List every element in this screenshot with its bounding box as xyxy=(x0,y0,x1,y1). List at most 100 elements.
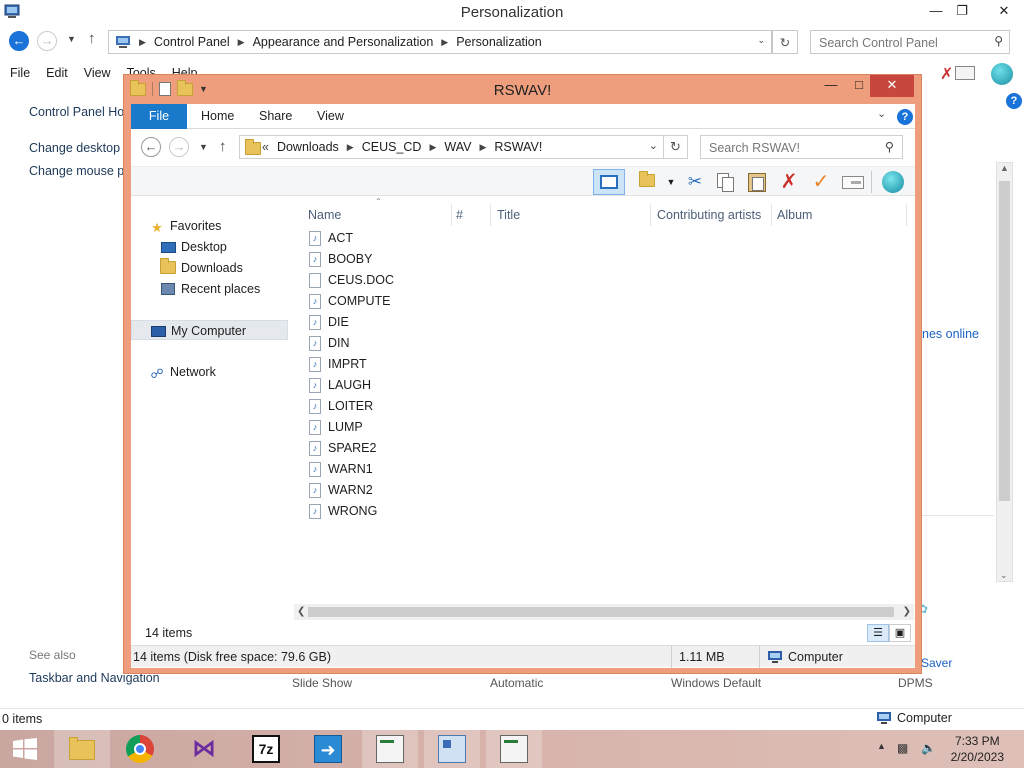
up-arrow-icon[interactable]: ↑ xyxy=(88,30,96,47)
ribbon-expand-chevron-icon[interactable]: ⌄ xyxy=(877,107,886,120)
column-name[interactable]: Name xyxy=(308,204,341,226)
bg-link-control-panel-home[interactable]: Control Panel Hom xyxy=(29,105,135,119)
column-album[interactable]: Album xyxy=(777,204,812,226)
large-icons-view-icon[interactable]: ▣ xyxy=(889,624,911,642)
bg-breadcrumb-item[interactable]: Control Panel xyxy=(154,35,230,49)
delete-icon[interactable]: ✗ xyxy=(777,171,801,193)
up-arrow-icon[interactable]: ↑ xyxy=(219,138,227,155)
bg-globe-icon[interactable] xyxy=(991,63,1013,85)
file-row[interactable]: ♪ COMPUTE xyxy=(309,291,509,312)
breadcrumb-ceus-cd[interactable]: CEUS_CD xyxy=(362,140,422,154)
bg-refresh-icon[interactable]: ↻ xyxy=(772,30,798,54)
file-row[interactable]: ♪ WARN1 xyxy=(309,459,509,480)
file-row[interactable]: ♪ SPARE2 xyxy=(309,438,509,459)
bg-properties-icon[interactable] xyxy=(955,66,975,80)
paste-icon[interactable] xyxy=(745,171,769,193)
scroll-up-icon[interactable]: ▲ xyxy=(1000,163,1009,173)
folder-options-icon[interactable] xyxy=(635,171,659,193)
nav-favorites[interactable]: ★ Favorites xyxy=(149,216,221,236)
refresh-icon[interactable]: ↻ xyxy=(664,135,688,159)
minimize-button[interactable]: — xyxy=(816,75,846,97)
details-view-icon[interactable]: ☰ xyxy=(867,624,889,642)
scroll-left-icon[interactable]: ❮ xyxy=(297,604,305,620)
help-icon[interactable]: ? xyxy=(897,109,913,125)
taskbar-file-explorer[interactable] xyxy=(54,730,110,768)
nav-network[interactable]: ☍ Network xyxy=(149,362,215,382)
menu-view[interactable]: View xyxy=(84,66,111,84)
bg-breadcrumb-item[interactable]: Personalization xyxy=(456,35,541,49)
toolbar-chevron-icon[interactable]: ▼ xyxy=(659,171,683,193)
file-row[interactable]: ♪ WRONG xyxy=(309,501,509,522)
bg-breadcrumb-item[interactable]: Appearance and Personalization xyxy=(253,35,434,49)
taskbar-control-panel[interactable] xyxy=(424,730,480,768)
file-row[interactable]: ♪ ACT xyxy=(309,228,509,249)
file-row[interactable]: ♪ WARN2 xyxy=(309,480,509,501)
tab-view[interactable]: View xyxy=(317,104,344,129)
bg-vertical-scrollbar[interactable]: ▲ ⌄ xyxy=(996,162,1013,582)
taskbar-notepad-app[interactable] xyxy=(486,730,542,768)
bg-desktop-background-value[interactable]: Slide Show xyxy=(292,676,352,690)
back-arrow-icon[interactable]: ← xyxy=(9,31,29,51)
breadcrumb-downloads[interactable]: Downloads xyxy=(277,140,339,154)
tab-share[interactable]: Share xyxy=(259,104,292,129)
close-button[interactable]: ✕ xyxy=(870,75,914,97)
file-row[interactable]: ♪ IMPRT xyxy=(309,354,509,375)
file-row[interactable]: ♪ BOOBY xyxy=(309,249,509,270)
forward-arrow-icon[interactable]: → xyxy=(37,31,57,51)
nav-recent-places[interactable]: Recent places xyxy=(160,279,260,299)
network-tray-icon[interactable]: ▩ xyxy=(897,741,908,755)
search-input[interactable]: Search RSWAV! ⚲ xyxy=(700,135,903,159)
scroll-down-icon[interactable]: ⌄ xyxy=(1000,570,1008,581)
horizontal-scroll-thumb[interactable] xyxy=(308,607,894,617)
file-row[interactable]: ♪ LUMP xyxy=(309,417,509,438)
cut-icon[interactable]: ✂ xyxy=(683,171,707,193)
breadcrumb-overflow[interactable]: « xyxy=(262,140,269,154)
taskbar-7zip[interactable]: 7z xyxy=(238,730,294,768)
file-row[interactable]: CEUS.DOC xyxy=(309,270,509,291)
taskbar-visual-studio[interactable]: ⋈ xyxy=(176,730,232,768)
taskbar-chrome[interactable] xyxy=(112,730,168,768)
column-title[interactable]: Title xyxy=(497,204,520,226)
checkmark-icon[interactable]: ✓ xyxy=(809,171,833,193)
bg-link-change-desktop[interactable]: Change desktop i xyxy=(29,141,126,155)
file-row[interactable]: ♪ LOITER xyxy=(309,396,509,417)
chevron-down-icon[interactable]: ⌄ xyxy=(757,35,765,46)
tab-home[interactable]: Home xyxy=(201,104,234,129)
bg-screensaver-value[interactable]: DPMS xyxy=(898,676,933,690)
back-arrow-icon[interactable]: ← xyxy=(141,137,161,157)
copy-icon[interactable] xyxy=(713,171,737,193)
bg-delete-icon[interactable]: ✗ xyxy=(940,64,953,84)
menu-file[interactable]: File xyxy=(10,66,30,84)
preview-pane-icon[interactable] xyxy=(593,169,625,195)
bg-sounds-value[interactable]: Windows Default xyxy=(671,676,761,690)
bg-close-button[interactable]: ✕ xyxy=(984,0,1024,24)
menu-edit[interactable]: Edit xyxy=(46,66,68,84)
start-button[interactable] xyxy=(0,730,56,768)
bg-maximize-button[interactable]: ❐ xyxy=(948,0,976,24)
nav-desktop[interactable]: Desktop xyxy=(160,237,227,257)
bg-address-bar[interactable]: ▶ Control Panel ▶ Appearance and Persona… xyxy=(108,30,772,54)
system-clock[interactable]: 7:33 PM 2/20/2023 xyxy=(951,733,1004,765)
nav-my-computer[interactable]: My Computer xyxy=(131,320,288,340)
nav-downloads[interactable]: Downloads xyxy=(160,258,243,278)
column-number[interactable]: # xyxy=(456,204,463,226)
column-contributing-artists[interactable]: Contributing artists xyxy=(657,204,761,226)
forward-arrow-icon[interactable]: → xyxy=(169,137,189,157)
bg-link-change-mouse[interactable]: Change mouse po xyxy=(29,164,131,178)
bg-link-themes-online[interactable]: nes online xyxy=(922,327,979,341)
bg-minimize-button[interactable]: — xyxy=(922,0,950,24)
bg-screensaver-label[interactable]: Saver xyxy=(921,656,952,670)
tab-file[interactable]: File xyxy=(131,104,187,129)
bg-search-input[interactable]: Search Control Panel ⚲ xyxy=(810,30,1010,54)
recent-locations-chevron-icon[interactable]: ▼ xyxy=(199,142,208,152)
file-row[interactable]: ♪ DIE xyxy=(309,312,509,333)
horizontal-scrollbar[interactable]: ❮ ❯ xyxy=(294,604,914,620)
taskbar-remote-app[interactable]: ➜ xyxy=(300,730,356,768)
volume-icon[interactable]: 🔈 xyxy=(921,741,936,755)
breadcrumb-rswav[interactable]: RSWAV! xyxy=(494,140,542,154)
scroll-right-icon[interactable]: ❯ xyxy=(903,604,911,620)
taskbar-window-app[interactable] xyxy=(362,730,418,768)
breadcrumb-wav[interactable]: WAV xyxy=(444,140,471,154)
bg-help-icon[interactable]: ? xyxy=(1006,93,1022,109)
address-dropdown-chevron-icon[interactable]: ⌄ xyxy=(649,139,658,152)
